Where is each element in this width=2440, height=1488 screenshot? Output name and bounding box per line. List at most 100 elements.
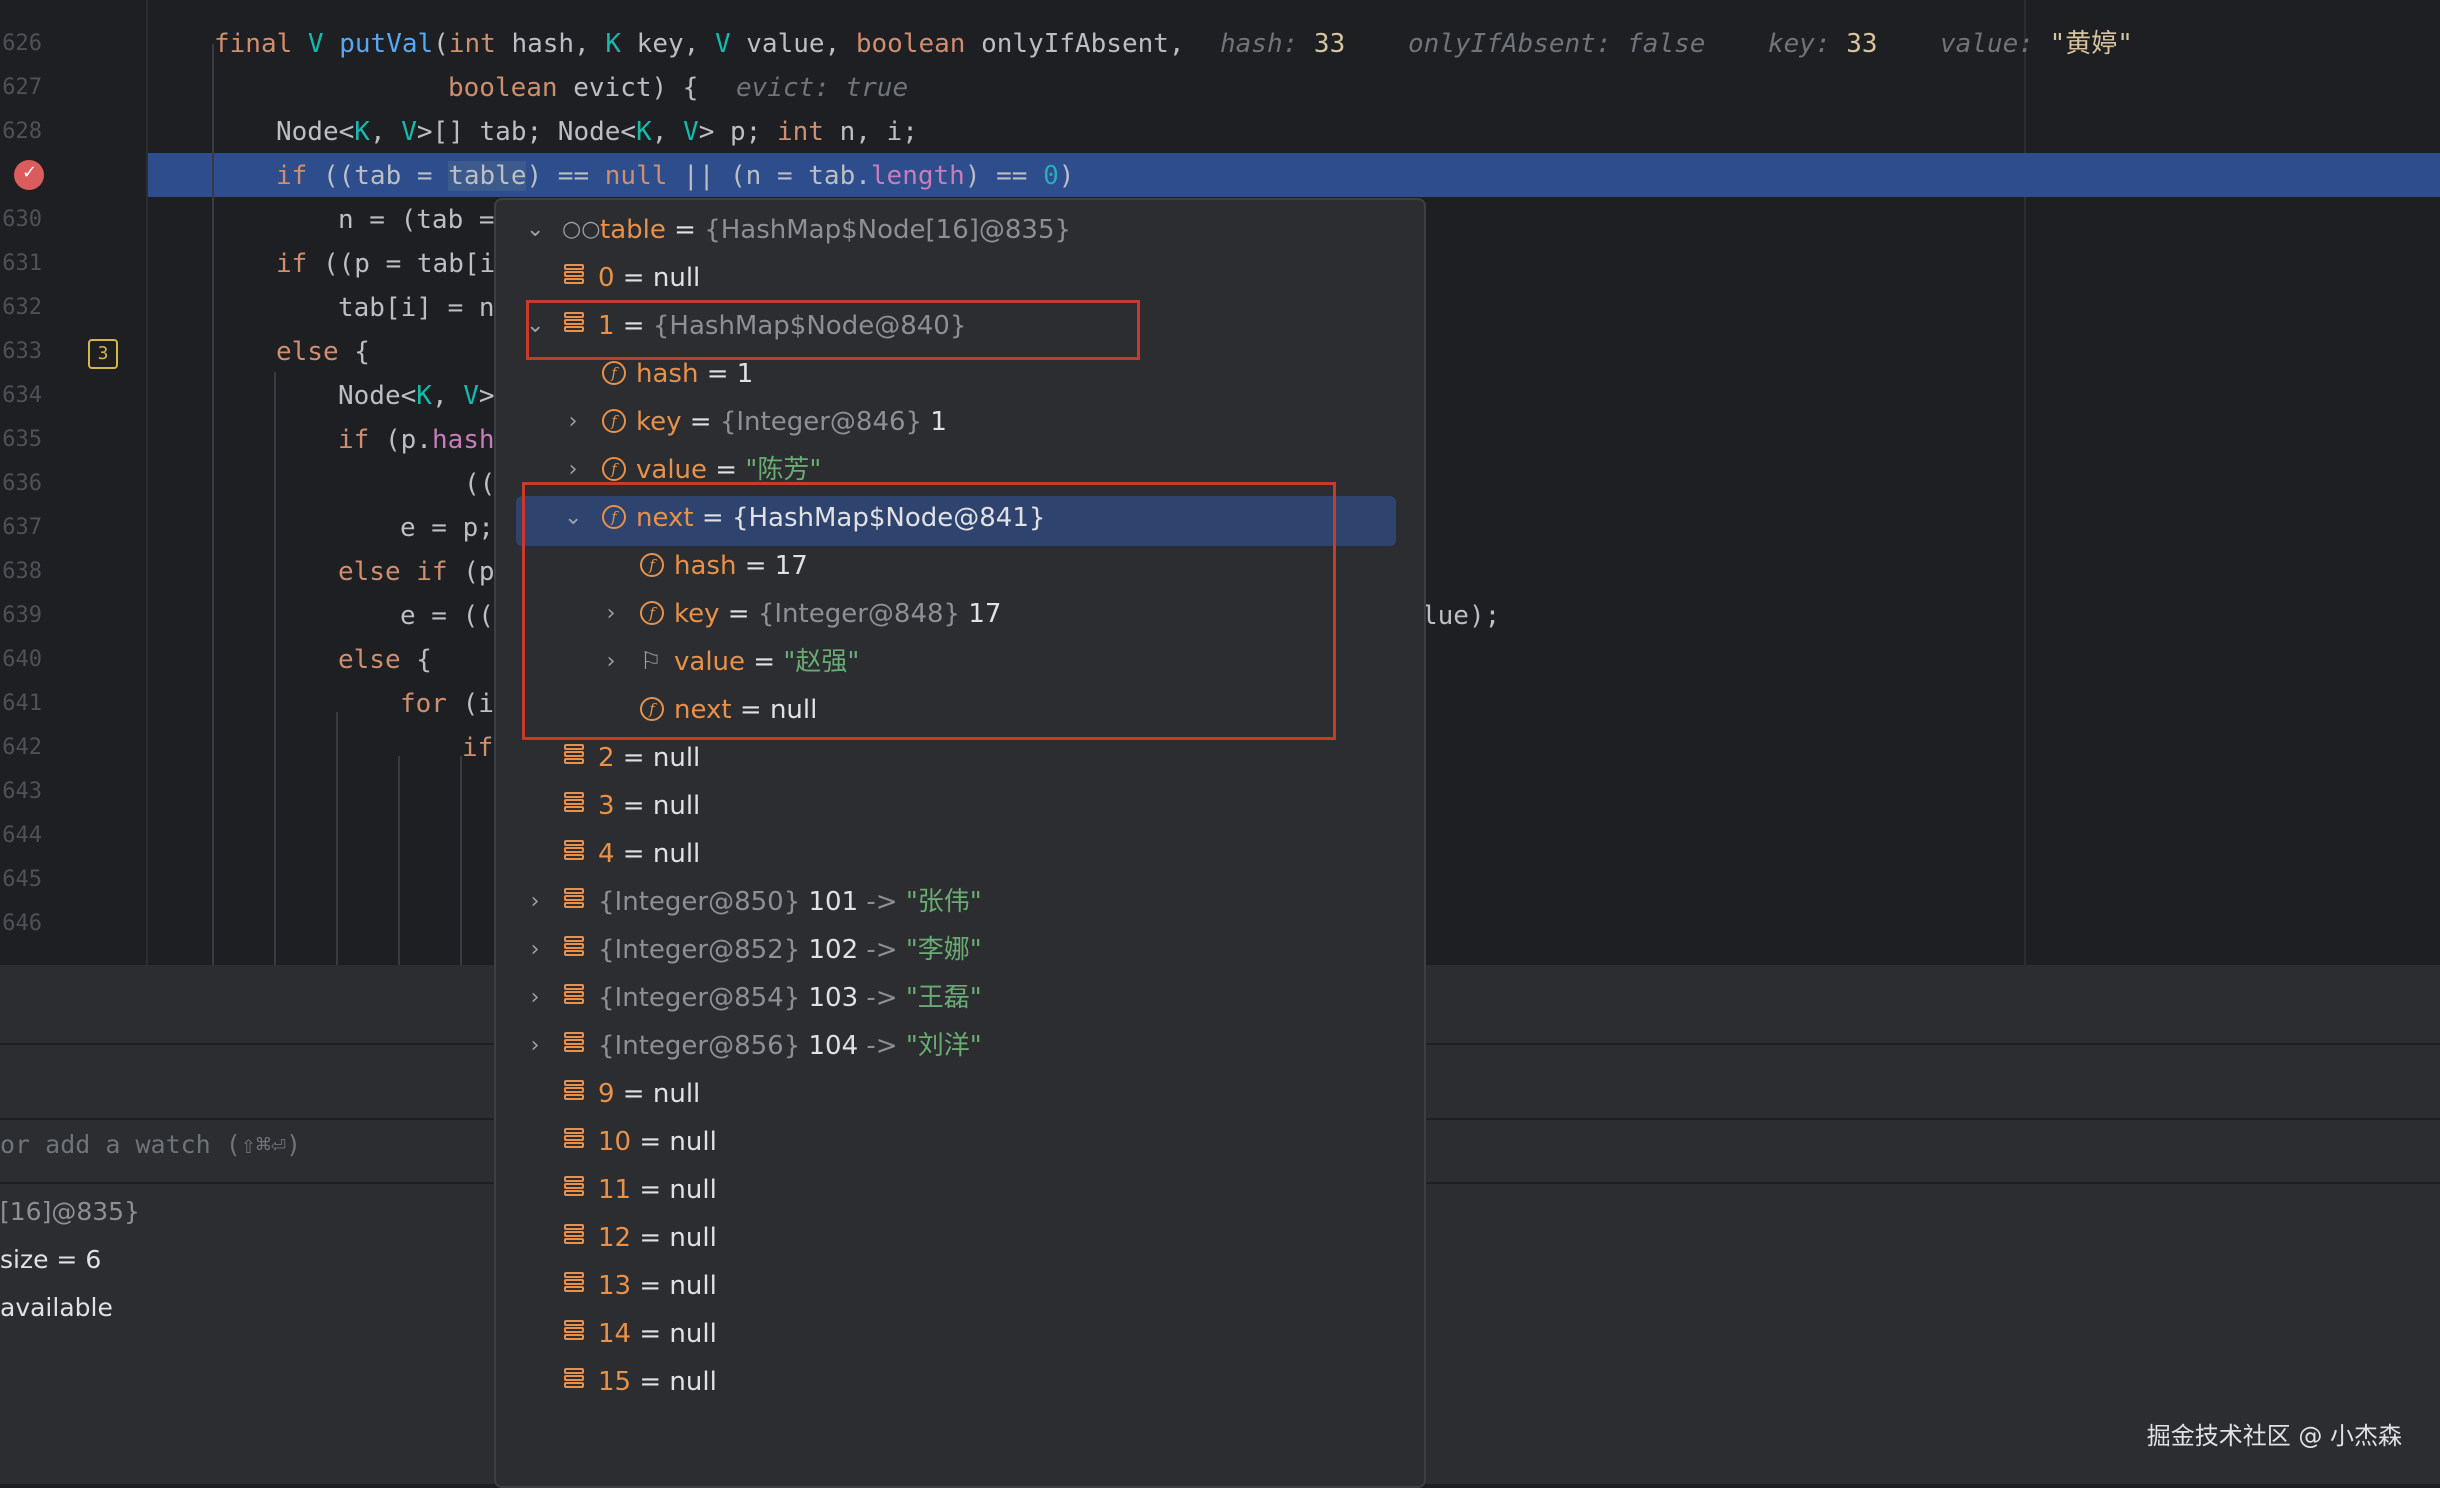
node-val: 102 bbox=[800, 935, 867, 965]
variable-row[interactable]: size = 6 bbox=[0, 1245, 101, 1274]
code-text: if bbox=[462, 733, 494, 763]
node-name: 2 bbox=[598, 743, 615, 773]
array-element-icon bbox=[564, 936, 584, 964]
chevron-down-icon[interactable]: ⌄ bbox=[526, 206, 544, 254]
tree-node[interactable]: 2 = null bbox=[496, 734, 1424, 782]
line-number: 643 bbox=[2, 779, 42, 804]
node-eq: = bbox=[665, 215, 705, 245]
inline-hint-onlyifabsent: onlyIfAbsent: false bbox=[1408, 29, 1706, 59]
node-name: 11 bbox=[598, 1175, 632, 1205]
node-name: 14 bbox=[598, 1319, 632, 1349]
node-str: "陈芳" bbox=[745, 455, 822, 485]
line-number: 633 bbox=[2, 339, 42, 364]
chevron-right-icon[interactable]: › bbox=[526, 1022, 544, 1070]
tree-node[interactable]: 0 = null bbox=[496, 254, 1424, 302]
tree-node[interactable]: 10 = null bbox=[496, 1118, 1424, 1166]
code-text: (( bbox=[464, 469, 496, 499]
chevron-right-icon[interactable]: › bbox=[564, 398, 582, 446]
node-eq: = bbox=[631, 1127, 670, 1157]
code-text: Node<K, V>[] tab; Node<K, V> p; int n, i… bbox=[276, 117, 918, 147]
tree-node[interactable]: 3 = null bbox=[496, 782, 1424, 830]
code-text: for (i bbox=[400, 689, 494, 719]
code-line: 627 boolean evict) { evict: true bbox=[0, 66, 2440, 110]
node-eq: = bbox=[707, 455, 746, 485]
line-number: 628 bbox=[2, 119, 42, 144]
line-number: 629 bbox=[0, 154, 42, 198]
node-name: 3 bbox=[598, 791, 615, 821]
node-eq: = bbox=[631, 1223, 670, 1253]
node-val: 104 bbox=[800, 1031, 867, 1061]
chevron-right-icon[interactable]: › bbox=[526, 878, 544, 926]
tree-node-table[interactable]: ⌄ ○○ table = {HashMap$Node[16]@835} bbox=[496, 206, 1424, 254]
tree-node[interactable]: 13 = null bbox=[496, 1262, 1424, 1310]
node-text: {Integer@856} 104 -> "刘洋" bbox=[598, 1022, 982, 1070]
line-number: 645 bbox=[2, 867, 42, 892]
node-eq: = bbox=[614, 263, 653, 293]
code-text: boolean evict) { bbox=[448, 73, 699, 103]
node-eq: = bbox=[631, 1271, 670, 1301]
tree-node[interactable]: 12 = null bbox=[496, 1214, 1424, 1262]
node-text: key = {Integer@846} 1 bbox=[636, 398, 947, 446]
variable-row[interactable]: [16]@835} bbox=[0, 1197, 140, 1226]
node-ref: {Integer@854} bbox=[598, 983, 801, 1013]
highlight-box-bucket-1 bbox=[526, 300, 1140, 360]
node-text: 0 = null bbox=[598, 254, 700, 302]
node-text: 12 = null bbox=[598, 1214, 717, 1262]
tree-node[interactable]: 11 = null bbox=[496, 1166, 1424, 1214]
code-text: tab[i] = n bbox=[338, 293, 495, 323]
tree-node[interactable]: › {Integer@850} 101 -> "张伟" bbox=[496, 878, 1424, 926]
node-eq: = bbox=[631, 1367, 670, 1397]
tree-node[interactable]: 14 = null bbox=[496, 1310, 1424, 1358]
code-text: else if (p bbox=[338, 557, 495, 587]
node-eq: = bbox=[614, 1079, 653, 1109]
node-val: null bbox=[669, 1319, 717, 1349]
code-text: if ((p = tab[i bbox=[276, 249, 496, 279]
line-number: 636 bbox=[2, 471, 42, 496]
line-number: 644 bbox=[2, 823, 42, 848]
chevron-right-icon[interactable]: › bbox=[526, 974, 544, 1022]
node-name: 12 bbox=[598, 1223, 632, 1253]
node-name: 0 bbox=[598, 263, 615, 293]
variable-inspector-popup[interactable]: ⌄ ○○ table = {HashMap$Node[16]@835} 0 = … bbox=[494, 198, 1426, 1488]
node-eq: = bbox=[614, 791, 653, 821]
tree-node[interactable]: 15 = null bbox=[496, 1358, 1424, 1406]
tree-node[interactable]: › f key = {Integer@846} 1 bbox=[496, 398, 1424, 446]
node-val: null bbox=[669, 1367, 717, 1397]
watch-input-placeholder[interactable]: or add a watch (⇧⌘⏎) bbox=[0, 1130, 301, 1159]
node-text: 13 = null bbox=[598, 1262, 717, 1310]
node-name: 4 bbox=[598, 839, 615, 869]
tree-node[interactable]: 9 = null bbox=[496, 1070, 1424, 1118]
node-text: 3 = null bbox=[598, 782, 700, 830]
line-number: 634 bbox=[2, 383, 42, 408]
node-name: value bbox=[636, 455, 708, 485]
tree-node[interactable]: › {Integer@856} 104 -> "刘洋" bbox=[496, 1022, 1424, 1070]
line-number: 626 bbox=[2, 31, 42, 56]
inline-hint-hash: hash: 33 bbox=[1220, 29, 1346, 59]
node-val: null bbox=[669, 1271, 717, 1301]
tree-node[interactable]: 4 = null bbox=[496, 830, 1424, 878]
node-text: 9 = null bbox=[598, 1070, 700, 1118]
line-number: 640 bbox=[2, 647, 42, 672]
line-number: 632 bbox=[2, 295, 42, 320]
node-str: "张伟" bbox=[897, 887, 982, 917]
variable-row[interactable]: available bbox=[0, 1293, 113, 1322]
tree-node[interactable]: › {Integer@852} 102 -> "李娜" bbox=[496, 926, 1424, 974]
node-text: 4 = null bbox=[598, 830, 700, 878]
node-val: 1 bbox=[922, 407, 947, 437]
node-text: 2 = null bbox=[598, 734, 700, 782]
tree-node[interactable]: › {Integer@854} 103 -> "王磊" bbox=[496, 974, 1424, 1022]
inline-hint-evict: evict: true bbox=[736, 73, 909, 103]
node-text: 11 = null bbox=[598, 1166, 717, 1214]
node-name: table bbox=[600, 215, 666, 245]
code-line-current: 629 if ((tab = table) == null || (n = ta… bbox=[0, 154, 2440, 198]
node-arrow: -> bbox=[866, 1031, 898, 1061]
node-ref: {Integer@852} bbox=[598, 935, 801, 965]
node-str: "王磊" bbox=[897, 983, 982, 1013]
array-element-icon bbox=[564, 1032, 584, 1060]
chevron-right-icon[interactable]: › bbox=[526, 926, 544, 974]
node-arrow: -> bbox=[866, 983, 898, 1013]
node-val: null bbox=[652, 791, 701, 821]
node-name: 10 bbox=[598, 1127, 632, 1157]
node-text: 15 = null bbox=[598, 1358, 717, 1406]
code-text: final V putVal(int hash, K key, V value,… bbox=[214, 29, 1185, 59]
